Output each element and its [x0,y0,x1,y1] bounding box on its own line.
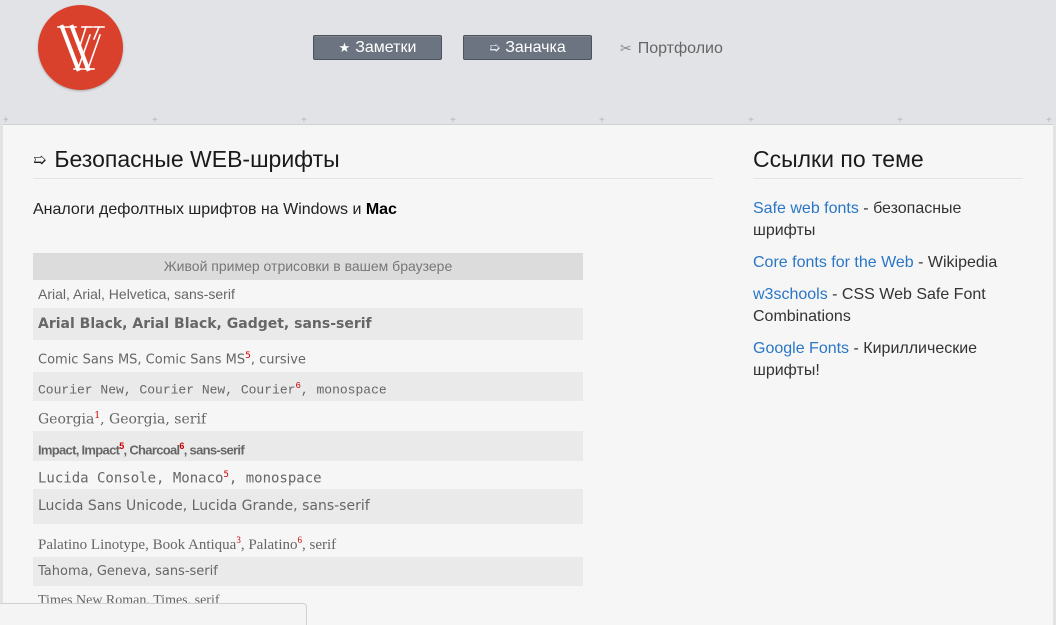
font-demo-table: Живой пример отрисовки в вашем браузере … [33,253,583,616]
arrow-icon: ➯ [33,152,47,169]
row-text: Palatino Linotype, Book Antiqua [38,537,237,553]
logo-monogram-icon [57,24,105,72]
row-text: Courier New, Courier New, Courier [38,382,296,398]
nav-label-stash: Заначка [505,39,566,56]
list-item: Google Fonts - Кириллические шрифты! [753,338,1023,382]
list-item: Safe web fonts - безопасные шрифты [753,198,1023,242]
link-core-fonts[interactable]: Core fonts for the Web [753,254,914,271]
row-text: , Palatino [240,537,298,553]
subtitle-text: Аналоги дефолтных шрифтов на Windows и [33,201,366,218]
row-text: Arial Black, Arial Black, Gadget, sans-s… [38,316,372,332]
row-text: Tahoma, Geneva, sans-serif [38,564,218,579]
table-row: Lucida Console, Monaco5, monospace [33,461,583,489]
star-icon: ★ [338,40,351,55]
nav-button-notes[interactable]: ★ Заметки [313,35,442,60]
content-panel: ➯ Безопасные WEB-шрифты Аналоги дефолтных… [3,124,1053,625]
page-title: ➯ Безопасные WEB-шрифты [33,145,340,177]
link-w3schools[interactable]: w3schools [753,286,828,303]
page-title-text: Безопасные WEB-шрифты [54,146,340,172]
table-row: Impact, Impact5, Charcoal6, sans-serif [33,431,583,461]
scissors-icon: ✂ [620,40,632,56]
link-description: - Wikipedia [913,254,998,271]
row-text: , cursive [250,352,306,368]
site-logo[interactable] [38,5,123,90]
row-text: , monospace [300,382,387,398]
row-text: Impact, Impact [38,442,120,458]
row-text: , Charcoal [123,442,181,458]
nav-link-portfolio[interactable]: ✂ Портфолио [620,37,723,60]
table-row: Palatino Linotype, Book Antiqua3, Palati… [33,524,583,557]
sidebar-title: Ссылки по теме [753,146,924,172]
row-text: , monospace [228,470,322,487]
nav-label-portfolio: Портфолио [637,40,723,57]
table-row: Arial Black, Arial Black, Gadget, sans-s… [33,308,583,340]
list-item: Core fonts for the Web - Wikipedia [753,252,1023,274]
title-divider [33,178,713,179]
list-item: w3schools - CSS Web Safe Font Combinatio… [753,284,1023,328]
bottom-popup-edge [0,603,307,625]
subtitle-mac: Mac [365,201,397,218]
link-google-fonts[interactable]: Google Fonts [753,340,849,357]
link-safe-web-fonts[interactable]: Safe web fonts [753,200,859,217]
page-subtitle: Аналоги дефолтных шрифтов на Windows и M… [33,200,397,220]
row-text: Lucida Sans Unicode, Lucida Grande, sans… [38,498,370,514]
table-row: Lucida Sans Unicode, Lucida Grande, sans… [33,489,583,524]
sidebar-divider [753,178,1023,179]
table-row: Arial, Arial, Helvetica, sans-serif [33,280,583,308]
row-text: Georgia [38,411,95,428]
table-header: Живой пример отрисовки в вашем браузере [33,253,583,280]
table-row: Tahoma, Geneva, sans-serif [33,557,583,586]
row-text: Comic Sans MS, Comic Sans MS [38,352,246,368]
nav-button-stash[interactable]: ➯ Заначка [463,35,592,60]
row-text: , serif [302,537,337,553]
table-row: Georgia1, Georgia, serif [33,401,583,431]
row-text: Lucida Console, Monaco [38,470,224,487]
row-text: , sans-serif [183,442,245,458]
nav-label-notes: Заметки [355,39,417,56]
row-text: , Georgia, serif [100,411,207,428]
row-text: Arial, Arial, Helvetica, sans-serif [38,286,235,302]
table-row: Courier New, Courier New, Courier6, mono… [33,372,583,401]
table-row: Comic Sans MS, Comic Sans MS5, cursive [33,340,583,372]
arrow-icon: ➯ [489,40,501,55]
related-links: Safe web fonts - безопасные шрифты Core … [753,198,1023,392]
